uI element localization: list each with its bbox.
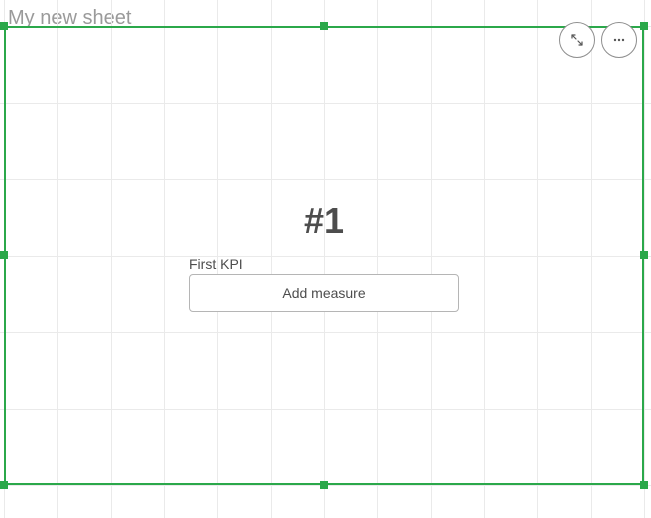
more-icon xyxy=(612,33,626,47)
add-measure-button[interactable]: Add measure xyxy=(189,274,459,312)
kpi-content: #1 First KPI Add measure xyxy=(4,26,644,485)
object-toolbar xyxy=(559,22,637,58)
more-button[interactable] xyxy=(601,22,637,58)
kpi-header: #1 xyxy=(304,200,344,242)
fullscreen-icon xyxy=(570,33,584,47)
kpi-label: First KPI xyxy=(189,256,243,272)
kpi-block: First KPI Add measure xyxy=(189,256,459,312)
fullscreen-button[interactable] xyxy=(559,22,595,58)
